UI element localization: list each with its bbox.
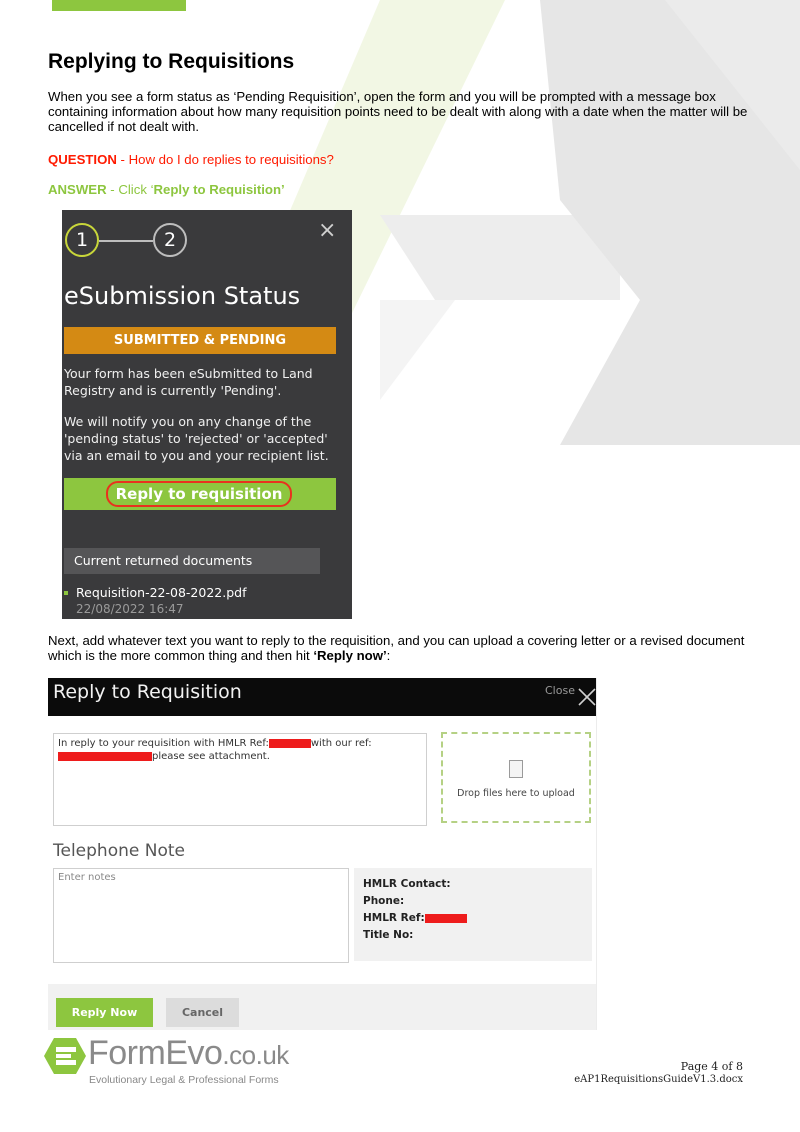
bullet-icon <box>64 590 68 595</box>
drop-files-label: Drop files here to upload <box>457 788 575 799</box>
step-1-indicator: 1 <box>65 223 99 257</box>
status-message: Your form has been eSubmitted to Land Re… <box>64 366 313 398</box>
status-badge: SUBMITTED & PENDING <box>64 327 336 354</box>
hmlr-phone-label: Phone: <box>363 895 405 907</box>
answer-label: ANSWER <box>48 182 107 197</box>
header-accent-bar <box>52 0 186 11</box>
reply-to-requisition-button[interactable]: Reply to requisition <box>64 478 336 510</box>
redaction-hmlr-ref-value <box>424 913 467 923</box>
answer-bold: Reply to Requisition’ <box>153 182 285 197</box>
reply-text-part3: please see attachment. <box>152 751 270 762</box>
modal-close-link[interactable]: Close <box>545 684 575 697</box>
hmlr-ref-label: HMLR Ref: <box>363 912 425 924</box>
answer-line: ANSWER - Click ‘Reply to Requisition’ <box>48 182 285 197</box>
file-drop-zone[interactable]: Drop files here to upload <box>441 732 591 823</box>
file-icon <box>509 760 523 778</box>
reply-text-part2: with our ref: <box>310 738 372 749</box>
cancel-button[interactable]: Cancel <box>166 998 239 1027</box>
modal-header: Reply to Requisition Close <box>48 678 596 716</box>
hmlr-contact-label: HMLR Contact: <box>363 878 451 890</box>
document-name: Requisition-22-08-2022.pdf <box>76 585 247 600</box>
next-step-bold: ‘Reply now’ <box>313 648 387 663</box>
modal-footer: Reply Now Cancel <box>48 984 596 1030</box>
reply-text-part1: In reply to your requisition with HMLR R… <box>58 738 269 749</box>
brand-name: FormEvo.co.uk <box>88 1034 289 1073</box>
reply-to-requisition-label: Reply to requisition <box>106 481 292 507</box>
redaction-our-ref <box>58 751 152 761</box>
modal-title: Reply to Requisition <box>53 681 242 703</box>
next-step-paragraph: Next, add whatever text you want to repl… <box>48 633 748 663</box>
answer-text: - Click ‘ <box>106 182 154 197</box>
intro-paragraph: When you see a form status as ‘Pending R… <box>48 89 748 134</box>
reply-to-requisition-modal: Reply to Requisition Close In reply to y… <box>48 678 597 1030</box>
next-step-text: Next, add whatever text you want to repl… <box>48 633 745 663</box>
next-step-end: : <box>386 648 391 663</box>
close-icon[interactable] <box>578 688 596 706</box>
requisition-document-link[interactable]: Requisition-22-08-2022.pdf <box>64 585 246 600</box>
hmlr-title-no-label: Title No: <box>363 929 414 941</box>
document-date: 22/08/2022 16:47 <box>76 602 184 616</box>
reply-now-button[interactable]: Reply Now <box>56 998 153 1027</box>
question-text: - How do I do replies to requisitions? <box>116 152 334 167</box>
panel-title: eSubmission Status <box>64 282 301 310</box>
hmlr-ref-row: HMLR Ref: <box>363 912 467 924</box>
question-label: QUESTION <box>48 152 117 167</box>
formevo-logo-icon <box>44 1038 86 1074</box>
question-line: QUESTION - How do I do replies to requis… <box>48 152 334 167</box>
reply-text-input[interactable]: In reply to your requisition with HMLR R… <box>53 733 427 826</box>
close-icon[interactable]: × <box>318 218 336 243</box>
telephone-notes-input[interactable] <box>53 868 349 963</box>
brand-tagline: Evolutionary Legal & Professional Forms <box>89 1074 279 1086</box>
document-filename: eAP1RequisitionsGuideV1.3.docx <box>574 1074 743 1085</box>
page-number: Page 4 of 8 <box>680 1060 743 1073</box>
esubmission-status-panel: 1 2 × eSubmission Status SUBMITTED & PEN… <box>62 210 352 619</box>
redaction-hmlr-ref <box>268 738 311 748</box>
notify-message: We will notify you on any change of the … <box>64 414 329 463</box>
telephone-note-title: Telephone Note <box>53 841 185 861</box>
step-2-indicator: 2 <box>153 223 187 257</box>
step-connector <box>99 240 153 242</box>
brand-domain: .co.uk <box>222 1040 289 1070</box>
hmlr-details-panel: HMLR Contact: Phone: HMLR Ref: Title No: <box>354 868 592 961</box>
returned-documents-header: Current returned documents <box>64 548 320 574</box>
brand-word: FormEvo <box>88 1034 223 1072</box>
page-title: Replying to Requisitions <box>48 50 295 73</box>
